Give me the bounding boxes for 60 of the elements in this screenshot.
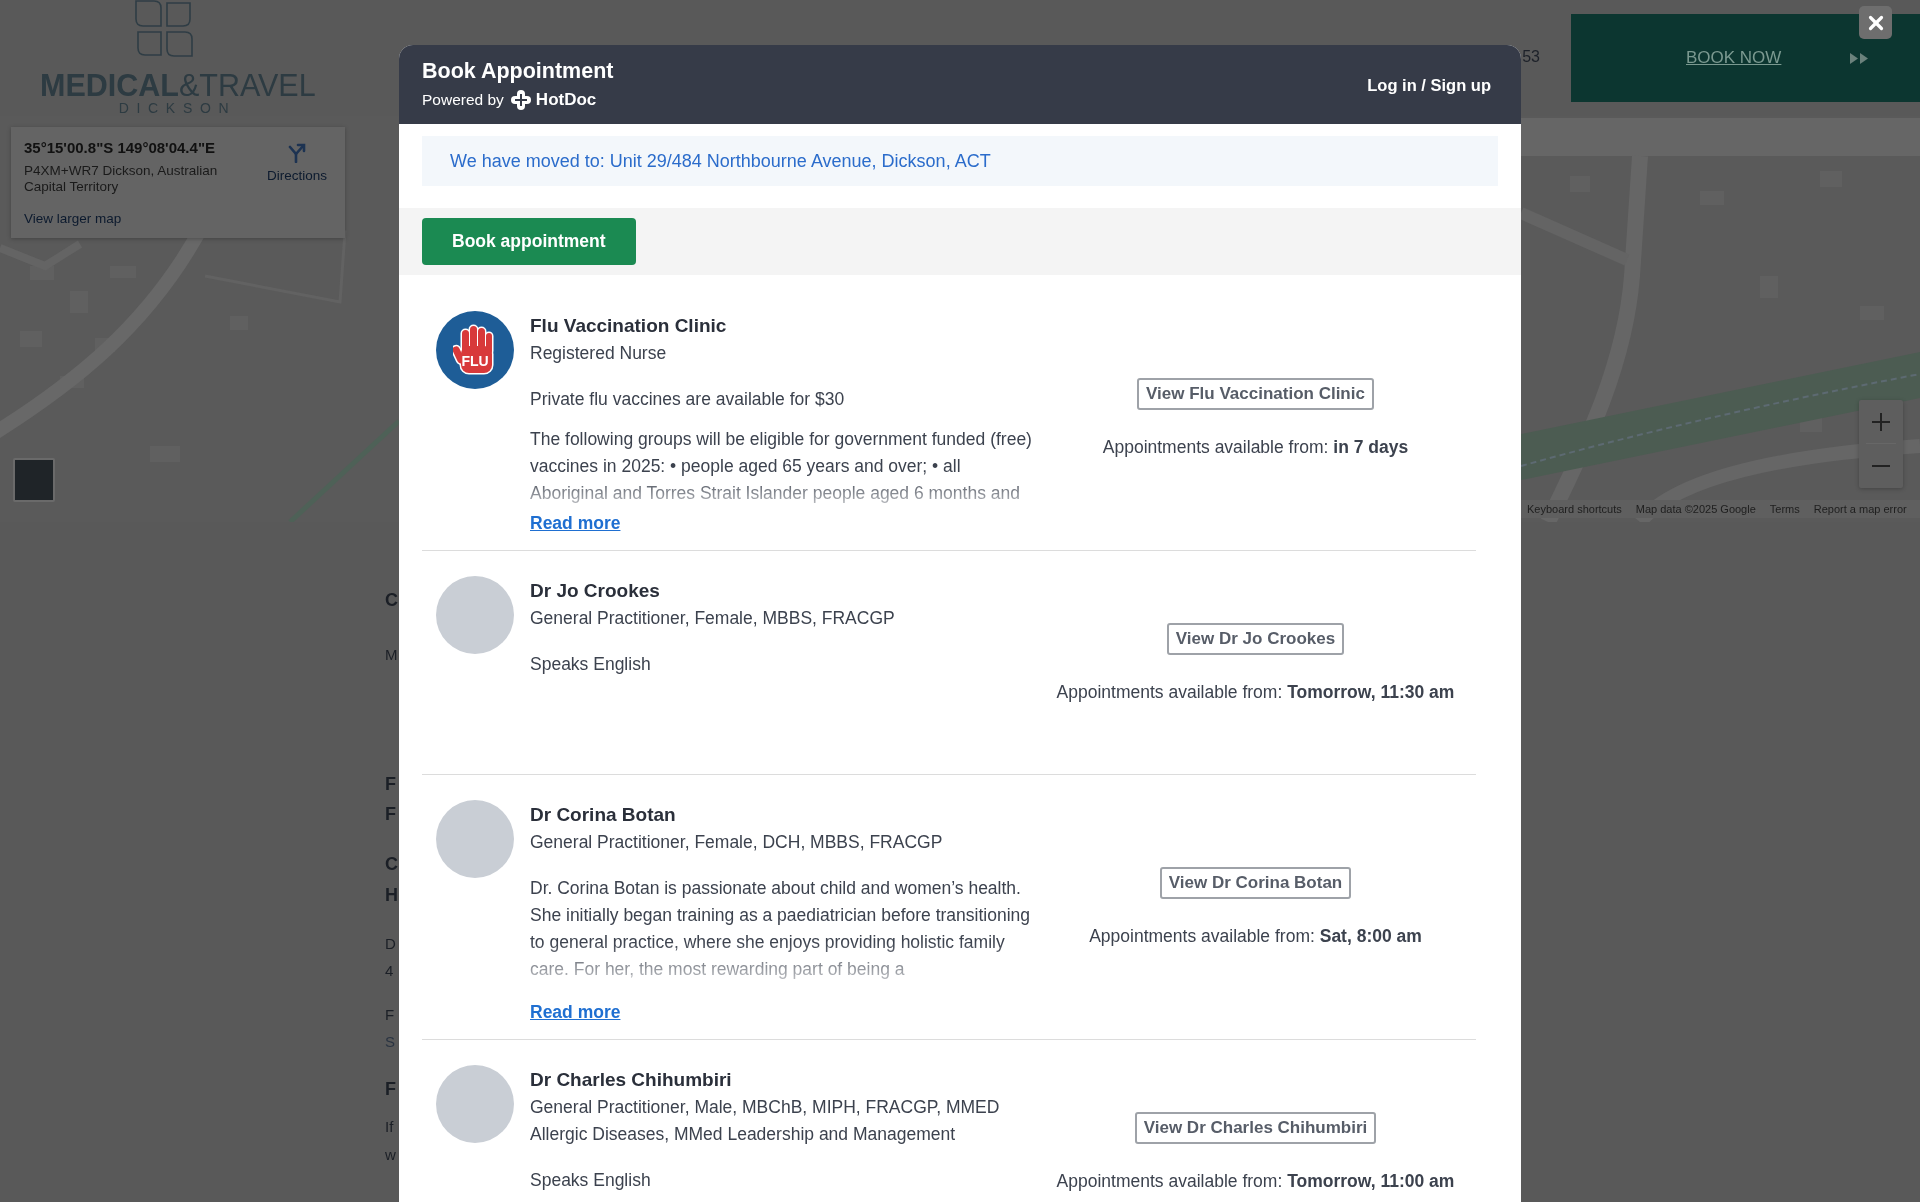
- practitioner-credentials: Registered Nurse: [530, 342, 667, 365]
- practitioner-name: Dr Jo Crookes: [530, 579, 660, 603]
- partial-page-text: D: [385, 934, 396, 954]
- availability-text: Appointments available from: Tomorrow, 11:30 am: [1056, 680, 1455, 703]
- view-larger-map-link[interactable]: View larger map: [24, 211, 122, 227]
- terms-link[interactable]: Terms: [1769, 502, 1800, 516]
- practitioner-note: Speaks English: [530, 653, 651, 676]
- practitioner-note: Private flu vaccines are available for $30: [530, 388, 846, 411]
- plus-icon: [1872, 412, 1890, 431]
- practitioner-name: Dr Charles Chihumbiri: [530, 1068, 732, 1092]
- partial-page-text: F: [385, 1078, 396, 1101]
- directions-button[interactable]: Directions: [266, 142, 327, 186]
- partial-page-text: F: [385, 1005, 395, 1025]
- keyboard-shortcuts-link[interactable]: Keyboard shortcuts: [1527, 502, 1622, 516]
- book-appointment-button[interactable]: Book appointment: [422, 218, 636, 265]
- view-profile-button[interactable]: View Dr Charles Chihumbiri: [1134, 1111, 1377, 1144]
- double-arrow-icon: [1850, 52, 1869, 64]
- read-more-link[interactable]: Read more: [530, 510, 621, 537]
- login-signup-link[interactable]: Log in / Sign up: [1367, 73, 1491, 96]
- practitioner-bio: Dr. Corina Botan is passionate about child and women’s health. She initially began training as a paediatrician before transitioning to general practice, where she enjoys providing holistic family care. For her, the most rewarding part of being a: [530, 877, 1032, 981]
- read-more-link[interactable]: Read more: [530, 999, 621, 1026]
- dialog-title: Book Appointment: [422, 58, 614, 83]
- partial-page-text: C: [385, 589, 398, 612]
- practitioner-name: Dr Corina Botan: [530, 803, 676, 827]
- practitioner-credentials: General Practitioner, Female, MBBS, FRACGP: [530, 607, 895, 630]
- practitioner-credentials: General Practitioner, Female, DCH, MBBS, FRACGP: [530, 831, 943, 854]
- practitioner-note: Speaks English: [530, 1169, 651, 1192]
- map-data-credit: Map data ©2025 Google: [1635, 502, 1756, 516]
- map-type-thumbnail[interactable]: [13, 458, 55, 502]
- partial-page-text: F: [385, 773, 396, 796]
- partial-page-text: 53: [1522, 47, 1540, 67]
- partial-page-text: M: [385, 645, 398, 665]
- availability-text: Appointments available from: in 7 days: [1102, 436, 1409, 458]
- cross-logo-icon: [510, 89, 531, 110]
- view-profile-button[interactable]: View Flu Vaccination Clinic: [1137, 378, 1374, 410]
- notice-banner: We have moved to: Unit 29/484 Northbourne Avenue, Dickson, ACT: [422, 136, 1498, 186]
- partial-page-text: C: [385, 853, 398, 876]
- availability-text: Appointments available from: Sat, 8:00 am: [1089, 925, 1422, 947]
- partial-page-text: H: [385, 884, 398, 907]
- powered-by-label: Powered by: [422, 90, 504, 109]
- close-button[interactable]: [1859, 6, 1892, 39]
- partial-page-text: 4: [385, 961, 394, 981]
- brand-name: HotDoc: [535, 89, 597, 110]
- report-map-error-link[interactable]: Report a map error: [1813, 502, 1907, 516]
- partial-page-text: If: [385, 1117, 394, 1137]
- partial-page-text: F: [385, 803, 396, 826]
- address-text: P4XM+WR7 Dickson, Australian Capital Territory: [24, 163, 219, 195]
- leaf-grid-logo-icon: [135, 0, 193, 57]
- book-now-link[interactable]: BOOK NOW: [1686, 47, 1782, 69]
- practitioner-bio: The following groups will be eligible for government funded (free) vaccines in 2025: • people aged 65 years and over; • all Aboriginal and Torres Strait Islander people aged 6 months and: [530, 428, 1033, 505]
- minus-icon: [1872, 464, 1890, 467]
- view-profile-button[interactable]: View Dr Jo Crookes: [1166, 622, 1345, 655]
- practitioner-name: Flu Vaccination Clinic: [530, 314, 727, 338]
- availability-text: Appointments available from: Tomorrow, 11:00 am: [1056, 1169, 1455, 1192]
- practitioner-credentials: General Practitioner, Male, MBChB, MIPH, FRACGP, MMED Allergic Diseases, MMed Leadership and Management: [530, 1096, 1001, 1146]
- coordinates-text: 35°15'00.8"S 149°08'04.4"E: [24, 138, 215, 158]
- logo-text: FLU: [461, 353, 489, 369]
- partial-page-text: w: [385, 1145, 396, 1165]
- view-profile-button[interactable]: View Dr Corina Botan: [1159, 867, 1352, 899]
- raised-hand-icon: [453, 324, 497, 376]
